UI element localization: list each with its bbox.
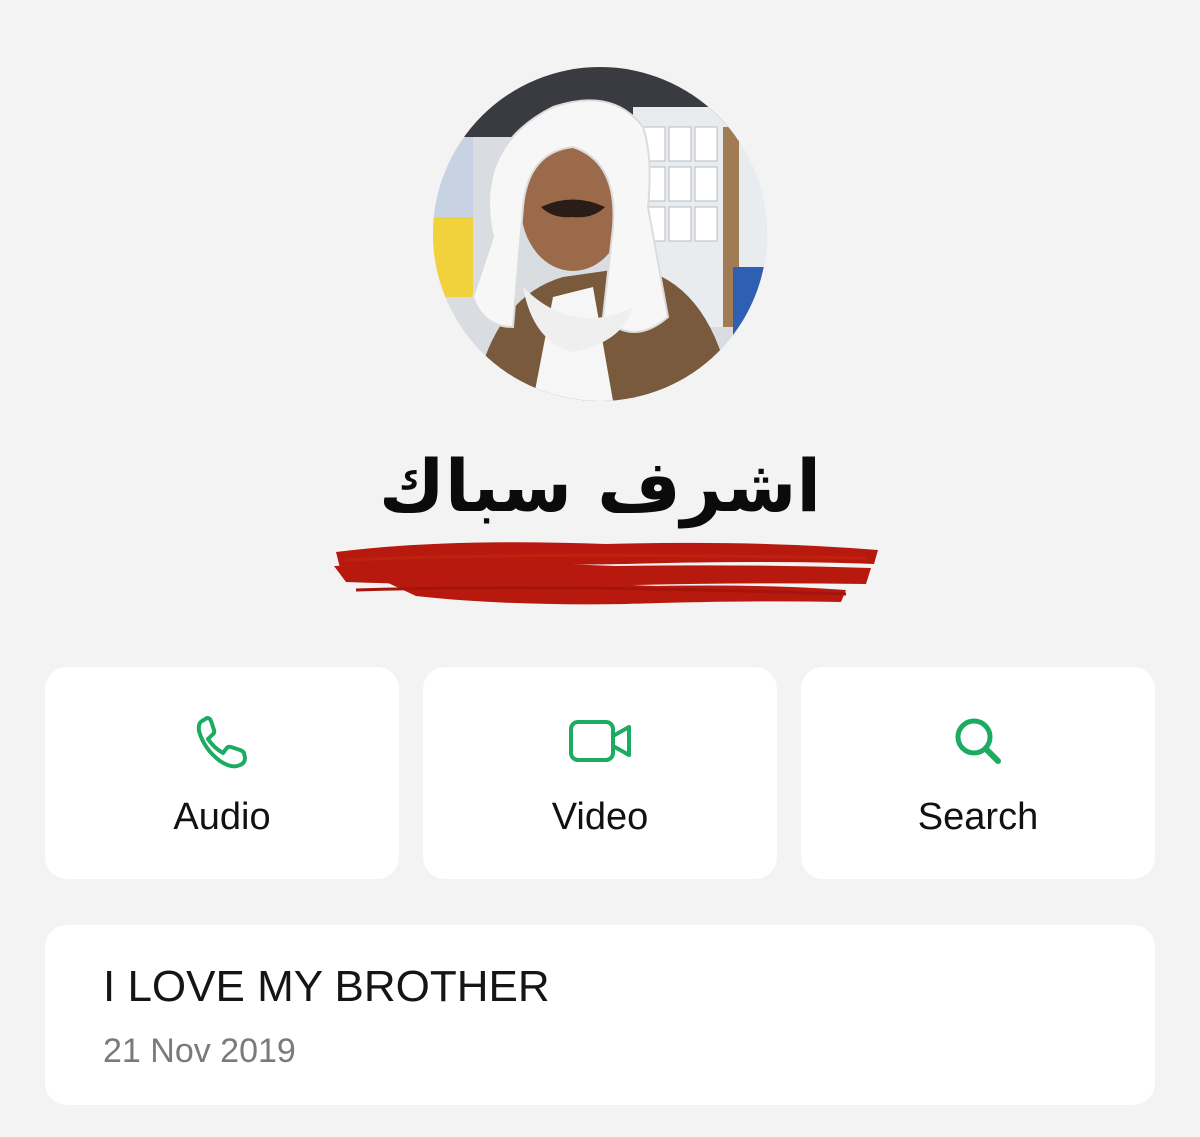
action-buttons: Audio Video Search bbox=[45, 667, 1155, 879]
audio-call-button[interactable]: Audio bbox=[45, 667, 399, 879]
redaction-scribble bbox=[334, 542, 878, 605]
profile-photo-image bbox=[433, 67, 767, 401]
about-text: I LOVE MY BROTHER bbox=[103, 962, 550, 1011]
profile-photo[interactable] bbox=[433, 67, 767, 401]
video-label: Video bbox=[551, 796, 649, 838]
contact-name: اشرف سباك bbox=[378, 444, 822, 528]
about-card[interactable]: I LOVE MY BROTHER 21 Nov 2019 bbox=[45, 925, 1155, 1105]
search-icon bbox=[955, 718, 1001, 764]
audio-label: Audio bbox=[173, 796, 271, 838]
about-date: 21 Nov 2019 bbox=[103, 1032, 296, 1070]
phone-icon bbox=[196, 716, 247, 769]
search-label: Search bbox=[917, 796, 1039, 838]
search-button[interactable]: Search bbox=[801, 667, 1155, 879]
video-camera-icon bbox=[569, 720, 631, 762]
video-call-button[interactable]: Video bbox=[423, 667, 777, 879]
